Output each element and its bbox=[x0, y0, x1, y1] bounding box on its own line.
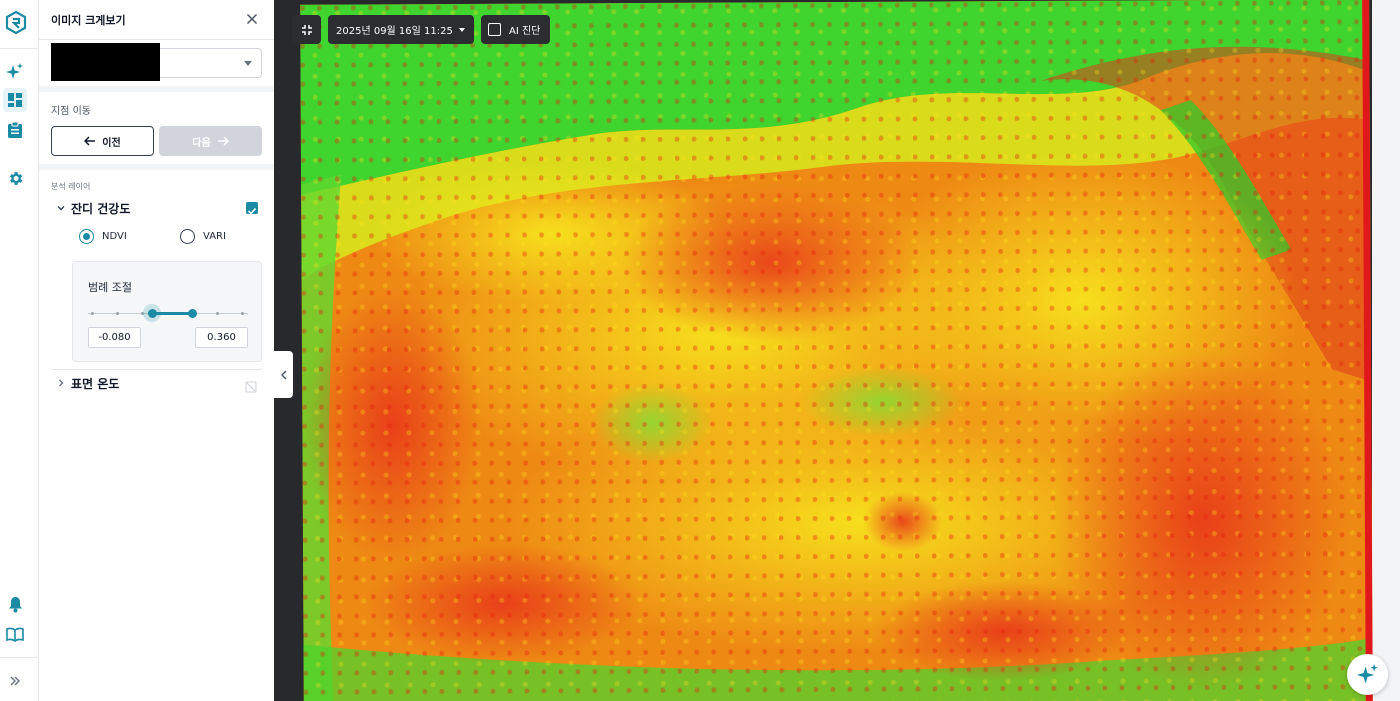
rail-divider bbox=[0, 48, 39, 49]
panel-title: 이미지 크게보기 bbox=[51, 14, 126, 27]
close-icon[interactable] bbox=[244, 11, 260, 27]
panel-header: 이미지 크게보기 bbox=[39, 0, 274, 40]
ai-diagnosis-label: AI 진단 bbox=[509, 26, 541, 37]
radio-vari-indicator[interactable] bbox=[180, 229, 195, 244]
range-max-input[interactable]: 0.360 bbox=[195, 327, 248, 348]
gear-icon bbox=[9, 171, 22, 185]
map-edge-strip bbox=[1372, 0, 1400, 701]
collapse-panel-button[interactable] bbox=[274, 351, 293, 398]
legend-adjust-card: 범례 조절 -0.080 0.360 bbox=[72, 261, 262, 362]
location-select[interactable] bbox=[160, 48, 262, 78]
section-band bbox=[39, 86, 274, 92]
settings-nav-button[interactable] bbox=[5, 168, 25, 188]
guide-button[interactable] bbox=[5, 624, 25, 644]
radio-vari-label: VARI bbox=[203, 231, 226, 242]
section-band-2 bbox=[39, 164, 274, 170]
slider-tick bbox=[241, 311, 244, 315]
next-button-label: 다음 bbox=[192, 137, 211, 149]
caret-down-icon bbox=[459, 28, 465, 32]
check-icon bbox=[247, 207, 257, 215]
ai-diagnosis-checkbox[interactable] bbox=[488, 23, 501, 36]
chevron-down-icon[interactable] bbox=[54, 201, 68, 215]
app-logo-icon[interactable] bbox=[5, 11, 27, 35]
arrow-left-icon bbox=[84, 136, 96, 146]
ai-assistant-button[interactable] bbox=[1347, 654, 1388, 695]
layer-surface-temp: 표면 온도 bbox=[51, 371, 262, 395]
redacted-location-name bbox=[51, 43, 160, 81]
range-min-input[interactable]: -0.080 bbox=[88, 327, 141, 348]
point-move-label: 지점 이동 bbox=[51, 106, 91, 117]
book-icon bbox=[6, 627, 24, 642]
date-select-label: 2025년 09월 16일 11:25 bbox=[336, 26, 453, 37]
sparkle-icon bbox=[1356, 663, 1378, 684]
previous-button[interactable]: 이전 bbox=[51, 126, 154, 156]
map-viewport[interactable]: 2025년 09월 16일 11:25 AI 진단 bbox=[274, 0, 1400, 701]
ndvi-heatmap bbox=[300, 0, 1366, 701]
slider-tick bbox=[91, 311, 94, 315]
next-button[interactable]: 다음 bbox=[159, 126, 262, 156]
layer-turf-health-checkbox[interactable] bbox=[246, 202, 258, 215]
collapse-fullscreen-icon bbox=[301, 24, 312, 35]
layer-divider bbox=[51, 369, 262, 370]
double-chevron-right-icon bbox=[10, 676, 20, 686]
chevron-right-icon[interactable] bbox=[54, 376, 68, 390]
legend-range-slider[interactable] bbox=[88, 304, 248, 322]
radio-vari[interactable]: VARI bbox=[180, 229, 226, 244]
slider-min-thumb[interactable] bbox=[147, 308, 157, 318]
layer-turf-health-label: 잔디 건강도 bbox=[71, 201, 131, 216]
clipboard-icon bbox=[8, 121, 22, 138]
exit-fullscreen-button[interactable] bbox=[292, 15, 321, 44]
report-nav-button[interactable] bbox=[5, 120, 25, 140]
slider-tick bbox=[116, 311, 119, 315]
slider-max-thumb[interactable] bbox=[187, 308, 197, 318]
date-select[interactable]: 2025년 09월 16일 11:25 bbox=[328, 15, 474, 44]
notifications-button[interactable] bbox=[5, 594, 25, 614]
legend-adjust-title: 범례 조절 bbox=[88, 281, 132, 294]
previous-button-label: 이전 bbox=[102, 137, 121, 149]
expand-rail-button[interactable] bbox=[5, 671, 25, 691]
dashboard-nav-button[interactable] bbox=[3, 88, 27, 112]
layer-surface-temp-label: 표면 온도 bbox=[71, 376, 120, 391]
caret-down-icon bbox=[244, 61, 252, 66]
analysis-layer-label: 분석 레이어 bbox=[51, 182, 91, 191]
rail-divider-bottom bbox=[0, 657, 39, 658]
arrow-right-icon bbox=[217, 136, 229, 146]
sparkle-icon bbox=[6, 63, 23, 79]
slider-tick bbox=[216, 311, 219, 315]
bell-icon bbox=[8, 596, 22, 612]
icon-rail bbox=[0, 0, 39, 701]
image-preview-panel: 이미지 크게보기 지점 이동 이전 다음 분석 레이어 잔디 건강도 NDVI bbox=[39, 0, 274, 701]
radio-ndvi-label: NDVI bbox=[102, 231, 127, 242]
layer-turf-health: 잔디 건강도 bbox=[51, 196, 262, 220]
radio-ndvi[interactable]: NDVI bbox=[79, 229, 127, 244]
ndvi-image-overlay bbox=[300, 0, 1373, 701]
ai-sparkle-button[interactable] bbox=[5, 62, 25, 82]
layer-surface-temp-disabled-icon[interactable] bbox=[245, 378, 257, 393]
chevron-left-icon bbox=[280, 370, 286, 379]
ai-diagnosis-toggle[interactable]: AI 진단 bbox=[481, 15, 550, 44]
dashboard-icon bbox=[8, 93, 22, 107]
radio-ndvi-indicator[interactable] bbox=[79, 229, 94, 244]
